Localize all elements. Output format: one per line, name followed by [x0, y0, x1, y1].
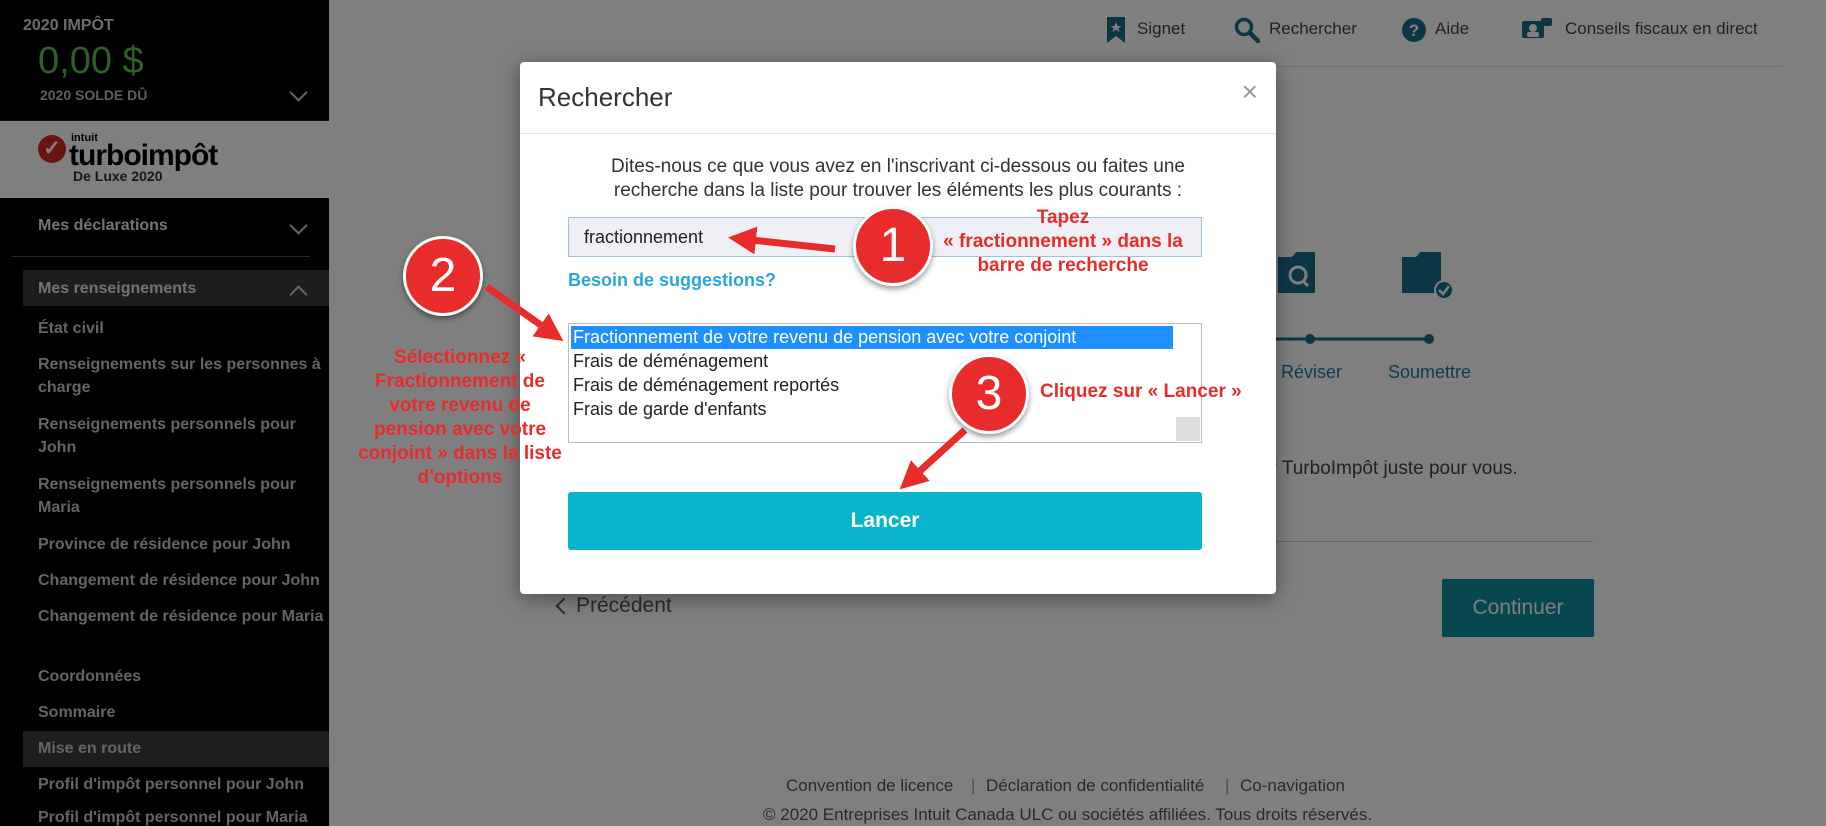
annotation-bubble-1: 1 — [853, 206, 933, 286]
arrow-step-2 — [484, 284, 564, 342]
arrow-step-3 — [899, 427, 968, 490]
annotation-bubble-2: 2 — [403, 236, 483, 316]
annotation-bubble-3: 3 — [949, 354, 1029, 434]
annotation-arrows — [484, 226, 968, 490]
annotation-text-2: Sélectionnez « Fractionnement de votre r… — [358, 347, 562, 488]
arrow-step-1 — [728, 226, 836, 255]
annotation-text-1: Tapez « fractionnement » dans la barre d… — [943, 207, 1183, 276]
annotation-text-3: Cliquez sur « Lancer » — [1040, 381, 1242, 402]
